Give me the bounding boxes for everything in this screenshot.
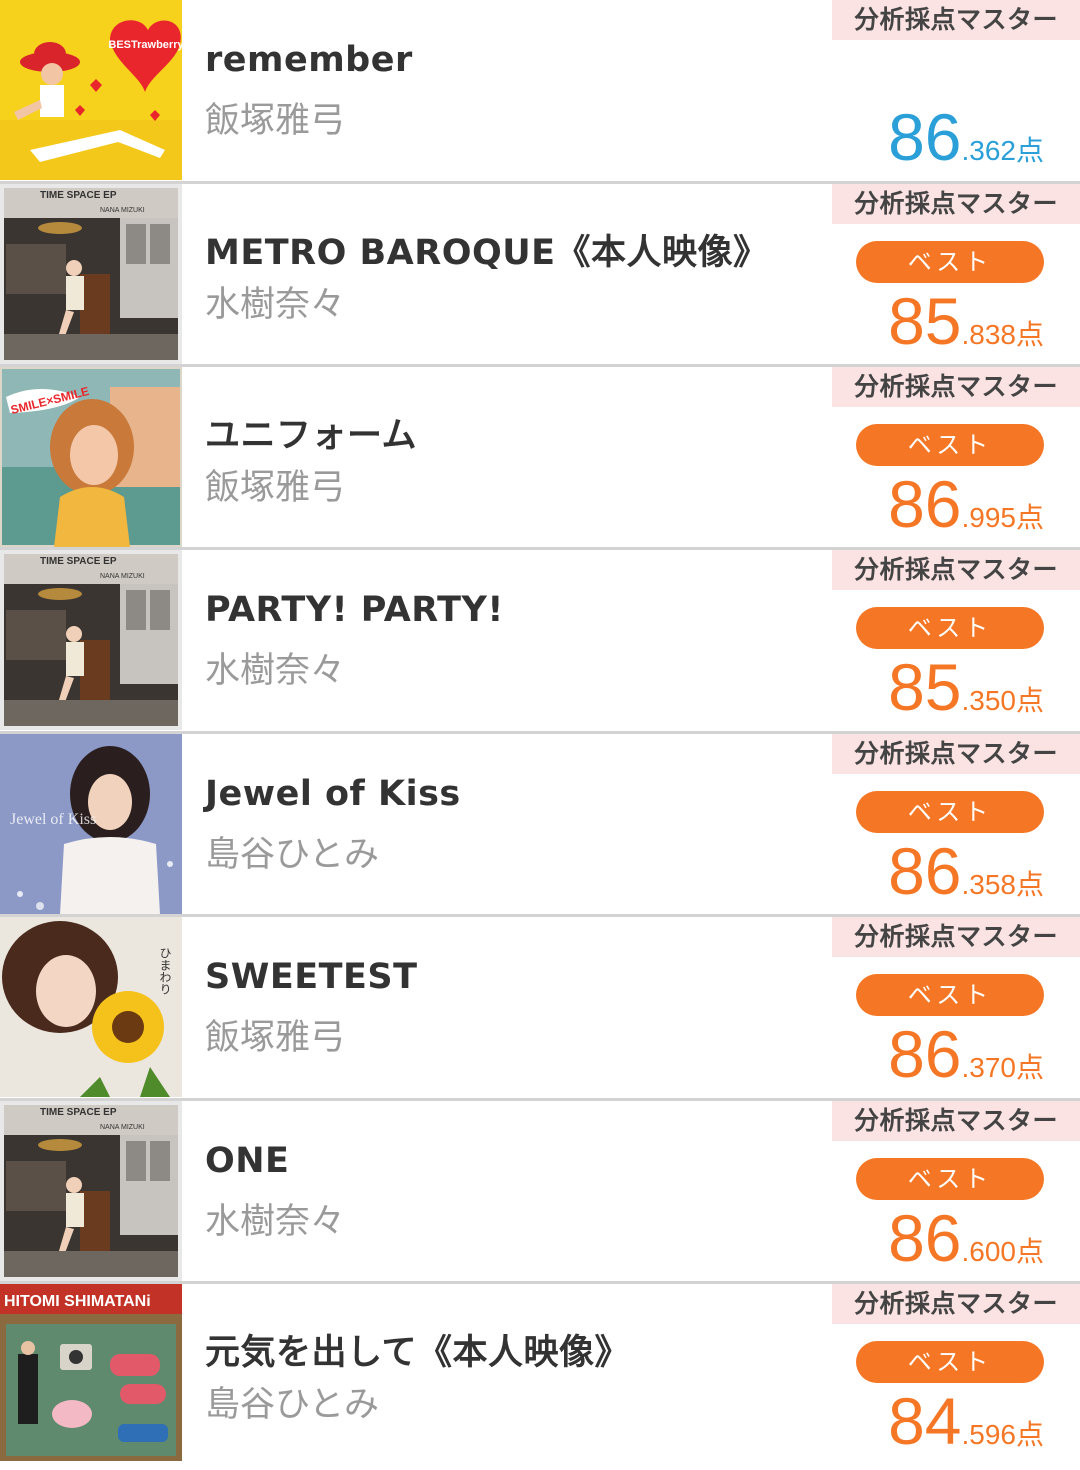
- jacket-time-space-text: TIME SPACE EP: [40, 1107, 117, 1118]
- score-display: 86.600点: [888, 1203, 1044, 1273]
- score-decimal: .362: [961, 135, 1016, 166]
- score-integer: 86: [888, 834, 962, 908]
- score-display: 84.596点: [888, 1386, 1044, 1456]
- scoring-mode-badge: 分析採点マスター: [832, 734, 1080, 774]
- album-jacket-time-space-ep: TIME SPACE EP NANA MIZUKI: [0, 550, 182, 730]
- score-display: 86.995点: [888, 469, 1044, 539]
- score-unit: 点: [1015, 1235, 1044, 1268]
- artist-name: 水樹奈々: [205, 1202, 346, 1242]
- song-row[interactable]: Jewel of Kiss Jewel of Kiss 島谷ひとみ 分析採点マス…: [0, 734, 1080, 917]
- album-jacket-time-space-ep: TIME SPACE EP NANA MIZUKI: [0, 1101, 182, 1281]
- score-decimal: .838: [961, 319, 1016, 350]
- score-unit: 点: [1015, 318, 1044, 351]
- artist-name: 飯塚雅弓: [205, 101, 346, 141]
- song-title: METRO BAROQUE《本人映像》: [205, 233, 769, 273]
- score-history-list: BESTrawberry remember 飯塚雅弓 分析採点マスター 86.3…: [0, 0, 1080, 1461]
- artist-name: 水樹奈々: [205, 651, 346, 691]
- jacket-himawari-text: ひまわり: [158, 947, 172, 995]
- score-unit: 点: [1015, 501, 1044, 534]
- song-title: Jewel of Kiss: [205, 774, 461, 814]
- score-integer: 84: [888, 1384, 962, 1458]
- best-score-badge: ベスト: [856, 1158, 1044, 1200]
- scoring-mode-badge: 分析採点マスター: [832, 184, 1080, 224]
- score-unit: 点: [1015, 134, 1044, 167]
- artist-name: 島谷ひとみ: [205, 1385, 379, 1425]
- scoring-mode-badge: 分析採点マスター: [832, 0, 1080, 40]
- album-jacket-bestrawberry: BESTrawberry: [0, 0, 182, 180]
- jacket-artist-text: NANA MIZUKI: [100, 573, 145, 580]
- jacket-artist-text: NANA MIZUKI: [100, 1124, 145, 1131]
- song-row[interactable]: HITOMI SHIMATANi 元気を出して《本人映像》 島谷ひとみ 分析採点…: [0, 1284, 1080, 1461]
- song-row[interactable]: TIME SPACE EP NANA MIZUKI PARTY! PARTY! …: [0, 550, 1080, 734]
- artist-name: 島谷ひとみ: [205, 835, 379, 875]
- score-display: 86.370点: [888, 1019, 1044, 1089]
- jacket-hitomi-text: HITOMI SHIMATANi: [4, 1293, 151, 1310]
- song-title: PARTY! PARTY!: [205, 590, 504, 630]
- album-jacket-hitomi-shimatani: HITOMI SHIMATANi: [0, 1284, 182, 1464]
- album-jacket-time-space-ep: TIME SPACE EP NANA MIZUKI: [0, 184, 182, 364]
- song-row[interactable]: BESTrawberry remember 飯塚雅弓 分析採点マスター 86.3…: [0, 0, 1080, 184]
- score-unit: 点: [1015, 868, 1044, 901]
- score-integer: 85: [888, 284, 962, 358]
- score-integer: 86: [888, 1017, 962, 1091]
- score-decimal: .370: [961, 1052, 1016, 1083]
- scoring-mode-badge: 分析採点マスター: [832, 550, 1080, 590]
- best-score-badge: ベスト: [856, 1341, 1044, 1383]
- score-display: 85.350点: [888, 652, 1044, 722]
- score-decimal: .596: [961, 1419, 1016, 1450]
- song-row[interactable]: ひまわり SWEETEST 飯塚雅弓 分析採点マスター ベスト 86.370点: [0, 917, 1080, 1101]
- artist-name: 飯塚雅弓: [205, 468, 346, 508]
- scoring-mode-badge: 分析採点マスター: [832, 1101, 1080, 1141]
- best-score-badge: ベスト: [856, 241, 1044, 283]
- score-display: 86.362点: [888, 102, 1044, 172]
- song-row[interactable]: TIME SPACE EP NANA MIZUKI METRO BAROQUE《…: [0, 184, 1080, 367]
- song-title: ユニフォーム: [205, 416, 417, 456]
- song-title: ONE: [205, 1141, 290, 1181]
- jacket-time-space-text: TIME SPACE EP: [40, 190, 117, 201]
- song-title: remember: [205, 40, 413, 80]
- score-decimal: .600: [961, 1236, 1016, 1267]
- jacket-artist-text: NANA MIZUKI: [100, 207, 145, 214]
- scoring-mode-badge: 分析採点マスター: [832, 1284, 1080, 1324]
- album-jacket-jewel-of-kiss: Jewel of Kiss: [0, 734, 182, 914]
- score-display: 86.358点: [888, 836, 1044, 906]
- song-title: SWEETEST: [205, 957, 418, 997]
- album-jacket-smile-x-smile: SMILE×SMILE: [0, 367, 182, 547]
- scoring-mode-badge: 分析採点マスター: [832, 917, 1080, 957]
- score-integer: 86: [888, 100, 962, 174]
- score-integer: 85: [888, 650, 962, 724]
- score-integer: 86: [888, 1201, 962, 1275]
- song-row[interactable]: SMILE×SMILE ユニフォーム 飯塚雅弓 分析採点マスター ベスト 86.…: [0, 367, 1080, 550]
- best-score-badge: ベスト: [856, 974, 1044, 1016]
- jacket-jewel-text: Jewel of Kiss: [10, 811, 96, 828]
- score-decimal: .358: [961, 869, 1016, 900]
- song-title: 元気を出して《本人映像》: [205, 1333, 630, 1373]
- best-score-badge: ベスト: [856, 607, 1044, 649]
- jacket-bestrawberry-text: BESTrawberry: [108, 39, 182, 51]
- scoring-mode-badge: 分析採点マスター: [832, 367, 1080, 407]
- album-jacket-himawari: ひまわり: [0, 917, 182, 1097]
- artist-name: 飯塚雅弓: [205, 1018, 346, 1058]
- score-display: 85.838点: [888, 286, 1044, 356]
- jacket-time-space-text: TIME SPACE EP: [40, 556, 117, 567]
- artist-name: 水樹奈々: [205, 285, 346, 325]
- score-decimal: .995: [961, 502, 1016, 533]
- score-decimal: .350: [961, 685, 1016, 716]
- score-unit: 点: [1015, 1051, 1044, 1084]
- score-integer: 86: [888, 467, 962, 541]
- song-row[interactable]: TIME SPACE EP NANA MIZUKI ONE 水樹奈々 分析採点マ…: [0, 1101, 1080, 1284]
- best-score-badge: ベスト: [856, 791, 1044, 833]
- best-score-badge: ベスト: [856, 424, 1044, 466]
- score-unit: 点: [1015, 1418, 1044, 1451]
- score-unit: 点: [1015, 684, 1044, 717]
